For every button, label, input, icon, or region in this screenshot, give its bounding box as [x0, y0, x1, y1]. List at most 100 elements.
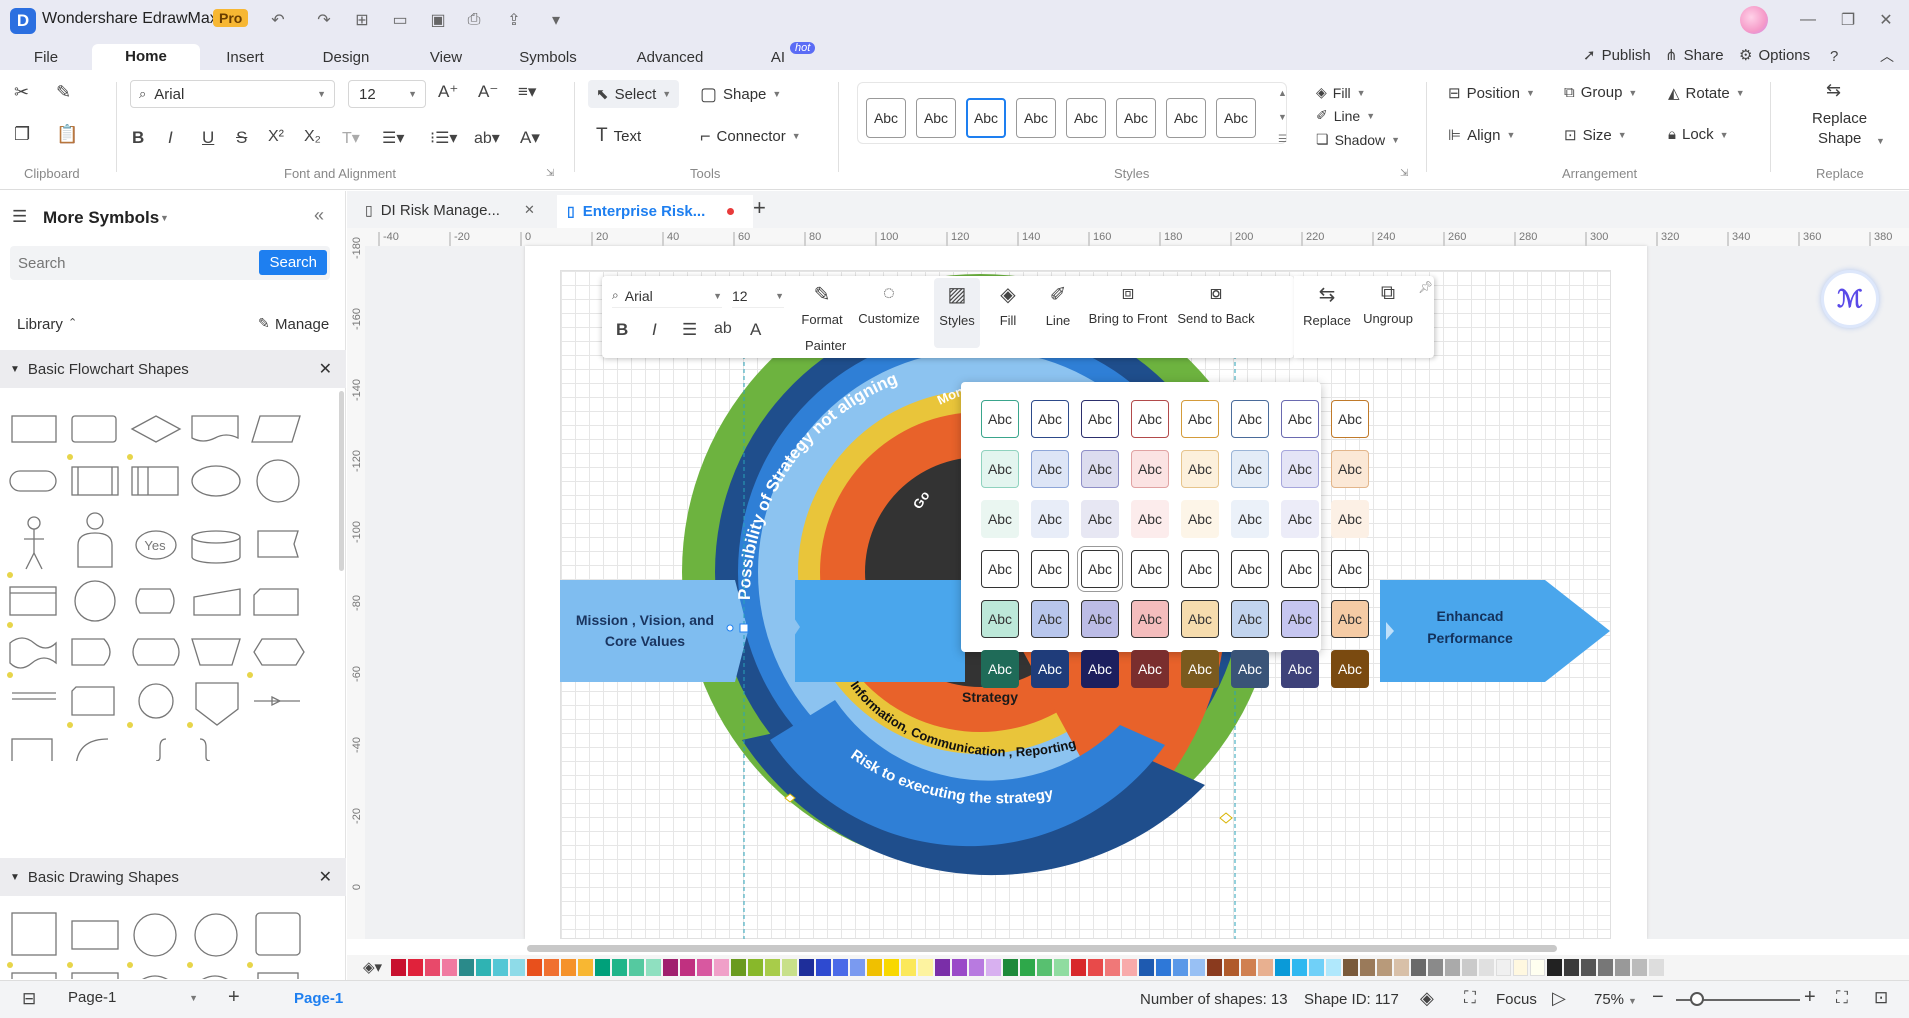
ft-styles[interactable]: ▨ Styles — [934, 278, 980, 348]
style-option[interactable]: Abc — [1131, 650, 1169, 688]
focus-icon[interactable]: ⛶ — [1464, 988, 1476, 1008]
options-button[interactable]: ⚙ Options — [1739, 46, 1810, 65]
style-option[interactable]: Abc — [981, 500, 1019, 538]
zoom-slider-thumb[interactable] — [1690, 992, 1704, 1006]
style-option[interactable]: Abc — [1181, 450, 1219, 488]
color-swatch[interactable] — [1462, 959, 1477, 976]
italic-icon[interactable]: I — [168, 128, 173, 148]
color-swatch[interactable] — [663, 959, 678, 976]
color-swatch[interactable] — [1156, 959, 1171, 976]
center-band[interactable] — [795, 580, 965, 682]
page-panel-icon[interactable]: ⊟ — [22, 989, 36, 1009]
color-swatch[interactable] — [1190, 959, 1205, 976]
help-icon[interactable]: ? — [1830, 48, 1838, 65]
export-icon[interactable]: ⇪ — [502, 8, 526, 32]
fill-color-icon[interactable]: ◈▾ — [363, 958, 382, 976]
fit-page-icon[interactable]: ⛶ — [1836, 988, 1848, 1008]
color-swatch[interactable] — [1071, 959, 1086, 976]
style-option[interactable]: Abc — [1181, 650, 1219, 688]
color-swatch[interactable] — [1513, 959, 1528, 976]
style-option[interactable]: Abc — [1331, 500, 1369, 538]
color-swatch[interactable] — [561, 959, 576, 976]
style-option[interactable]: Abc — [1281, 400, 1319, 438]
library-label[interactable]: Library — [17, 316, 63, 333]
color-swatch[interactable] — [1224, 959, 1239, 976]
color-swatch[interactable] — [918, 959, 933, 976]
style-option[interactable]: Abc — [1031, 600, 1069, 638]
color-swatch[interactable] — [1054, 959, 1069, 976]
style-option[interactable]: Abc — [1031, 400, 1069, 438]
style-swatch[interactable]: Abc — [1166, 98, 1206, 138]
color-swatch[interactable] — [629, 959, 644, 976]
replace-shape-label-1[interactable]: Replace — [1812, 110, 1867, 127]
tab-file[interactable]: File — [10, 46, 82, 70]
style-option[interactable]: Abc — [1231, 550, 1269, 588]
style-option[interactable]: Abc — [1331, 550, 1369, 588]
user-avatar[interactable] — [1740, 6, 1768, 34]
search-button[interactable]: Search — [259, 250, 327, 275]
decrease-font-icon[interactable]: A⁻ — [478, 82, 498, 102]
color-swatch[interactable] — [425, 959, 440, 976]
open-folder-icon[interactable]: ▭ — [388, 8, 412, 32]
text-case-icon[interactable]: ab▾ — [474, 128, 500, 148]
pin-icon[interactable]: 📌︎ — [1418, 280, 1433, 294]
style-option[interactable]: Abc — [1281, 450, 1319, 488]
color-swatch[interactable] — [952, 959, 967, 976]
ft-ungroup[interactable]: ⧉ Ungroup — [1360, 282, 1416, 326]
library-expand-icon[interactable]: ⌃ — [68, 316, 77, 329]
style-option[interactable]: Abc — [1231, 500, 1269, 538]
color-swatch[interactable] — [1258, 959, 1273, 976]
align-icon[interactable]: ≡▾ — [518, 82, 536, 102]
undo-icon[interactable]: ↶ — [266, 8, 290, 32]
color-swatch[interactable] — [1020, 959, 1035, 976]
add-tab-icon[interactable]: + — [753, 195, 766, 221]
color-swatch[interactable] — [731, 959, 746, 976]
color-swatch[interactable] — [391, 959, 406, 976]
ft-send-back[interactable]: ⧇ Send to Back — [1174, 282, 1258, 326]
line-button[interactable]: ✐ Line ▼ — [1316, 107, 1375, 124]
format-brush-icon[interactable]: ✎ — [56, 82, 71, 103]
fullscreen-icon[interactable]: ⊡ — [1874, 988, 1888, 1008]
color-swatch[interactable] — [1598, 959, 1613, 976]
ft-bold-icon[interactable]: B — [616, 320, 628, 340]
line-spacing-icon[interactable]: ☰▾ — [382, 128, 404, 148]
focus-label[interactable]: Focus — [1496, 991, 1537, 1008]
style-option[interactable]: Abc — [1331, 400, 1369, 438]
tab-home[interactable]: Home — [92, 44, 200, 70]
style-option[interactable]: Abc — [1131, 600, 1169, 638]
font-color-icon[interactable]: A▾ — [520, 128, 540, 148]
style-swatch[interactable]: Abc — [1116, 98, 1156, 138]
color-swatch[interactable] — [595, 959, 610, 976]
style-swatch[interactable]: Abc — [1066, 98, 1106, 138]
share-button[interactable]: ⋔ Share — [1665, 46, 1724, 65]
color-swatch[interactable] — [1275, 959, 1290, 976]
style-option[interactable]: Abc — [1281, 550, 1319, 588]
save-icon[interactable]: ▣ — [426, 8, 450, 32]
style-option[interactable]: Abc — [1181, 600, 1219, 638]
color-swatch[interactable] — [799, 959, 814, 976]
tab-design[interactable]: Design — [300, 46, 392, 70]
style-swatch[interactable]: Abc — [1216, 98, 1256, 138]
section-close-icon[interactable]: ✕ — [319, 867, 332, 887]
panel-scrollbar[interactable] — [339, 391, 344, 571]
color-swatch[interactable] — [1496, 959, 1511, 976]
color-swatch[interactable] — [612, 959, 627, 976]
style-option[interactable]: Abc — [981, 400, 1019, 438]
style-option[interactable]: Abc — [1231, 450, 1269, 488]
zoom-dropdown-icon[interactable]: ▼ — [1628, 996, 1637, 1006]
color-swatch[interactable] — [1530, 959, 1545, 976]
style-option[interactable]: Abc — [1081, 400, 1119, 438]
section-close-icon[interactable]: ✕ — [319, 359, 332, 379]
rotate-button[interactable]: ◭ Rotate ▼ — [1668, 84, 1745, 103]
color-swatch[interactable] — [867, 959, 882, 976]
color-swatch[interactable] — [1003, 959, 1018, 976]
style-option[interactable]: Abc — [981, 600, 1019, 638]
align-button[interactable]: ⊫ Align ▼ — [1448, 126, 1515, 145]
color-swatch[interactable] — [1139, 959, 1154, 976]
superscript-icon[interactable]: X² — [268, 128, 284, 146]
print-icon[interactable]: ⎙ — [462, 8, 486, 32]
color-swatch[interactable] — [1445, 959, 1460, 976]
style-swatch[interactable]: Abc — [1016, 98, 1056, 138]
color-swatch[interactable] — [1394, 959, 1409, 976]
minimize-icon[interactable]: — — [1796, 8, 1820, 32]
